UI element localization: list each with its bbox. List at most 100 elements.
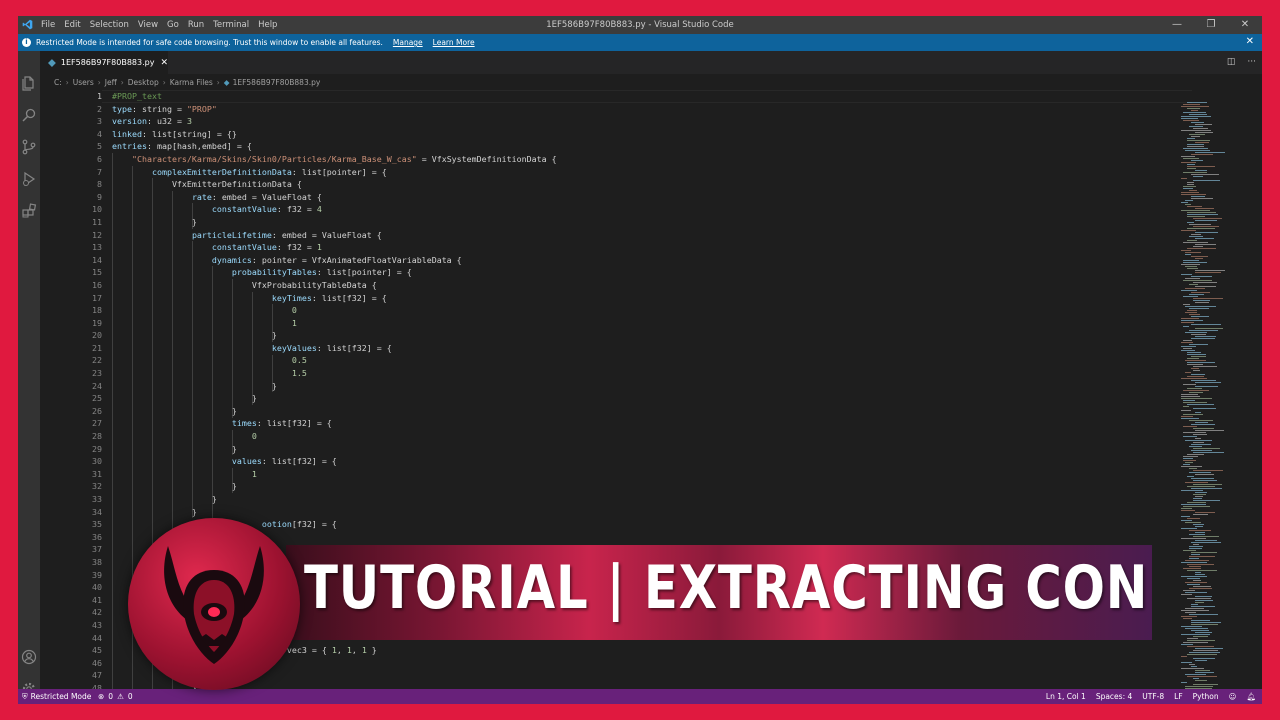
- tab-close-icon[interactable]: ✕: [160, 58, 168, 68]
- minimap-line: [1193, 684, 1218, 685]
- code-line: }: [112, 380, 277, 391]
- minimap-line: [1195, 286, 1216, 287]
- minimap-line: [1193, 524, 1204, 525]
- minimap-line: [1183, 464, 1190, 465]
- minimap-line: [1181, 250, 1191, 251]
- encoding[interactable]: UTF-8: [1142, 692, 1164, 701]
- end-of-line[interactable]: LF: [1174, 692, 1183, 701]
- minimap-line: [1183, 348, 1192, 349]
- indentation[interactable]: Spaces: 4: [1096, 692, 1132, 701]
- line-number: 34: [92, 506, 102, 517]
- source-control-icon[interactable]: [21, 139, 37, 155]
- search-icon[interactable]: [21, 107, 37, 123]
- minimap-line: [1189, 344, 1208, 345]
- explorer-icon[interactable]: [21, 75, 37, 91]
- minimap-line: [1189, 284, 1198, 285]
- breadcrumb-users[interactable]: Users: [73, 78, 94, 87]
- manage-link[interactable]: Manage: [393, 38, 423, 47]
- minimap-line: [1191, 488, 1222, 489]
- breadcrumb-file[interactable]: 1EF586B97F80B883.py: [233, 78, 321, 87]
- warning-count: 0: [127, 692, 133, 701]
- restore-button[interactable]: ❐: [1194, 16, 1228, 34]
- line-number: 28: [92, 431, 102, 442]
- minimap-line: [1181, 396, 1200, 397]
- minimap[interactable]: [1175, 90, 1262, 690]
- code-line: particleLifetime: embed = ValueFloat {: [191, 229, 382, 240]
- minimap-line: [1195, 272, 1221, 273]
- line-number: 10: [92, 204, 102, 215]
- minimap-line: [1191, 196, 1205, 197]
- code-line: probabilityTables: list[pointer] = {: [231, 267, 412, 278]
- breadcrumb-karma-files[interactable]: Karma Files: [170, 78, 213, 87]
- minimap-line: [1195, 430, 1224, 431]
- minimap-line: [1193, 370, 1200, 371]
- account-icon[interactable]: [21, 649, 37, 665]
- minimap-line: [1189, 468, 1197, 469]
- minimap-line: [1189, 224, 1211, 225]
- notifications-icon[interactable]: 🔔︎: [1246, 692, 1256, 701]
- minimap-line: [1189, 548, 1202, 549]
- minimap-line: [1195, 532, 1205, 533]
- minimap-line: [1185, 686, 1213, 687]
- line-number: 22: [92, 355, 102, 366]
- cursor-position[interactable]: Ln 1, Col 1: [1046, 692, 1086, 701]
- minimap-line: [1189, 114, 1207, 115]
- breadcrumb-desktop[interactable]: Desktop: [128, 78, 159, 87]
- run-debug-icon[interactable]: [21, 171, 37, 187]
- code-line: dynamics: pointer = VfxAnimatedFloatVari…: [211, 254, 462, 265]
- minimap-line: [1183, 568, 1201, 569]
- code-line: }: [112, 443, 237, 454]
- tab-label: 1EF586B97F80B883.py: [60, 58, 155, 67]
- extensions-icon[interactable]: [21, 203, 37, 219]
- breadcrumb-drive[interactable]: C:: [54, 78, 62, 87]
- minimap-line: [1183, 262, 1207, 263]
- editor-actions: ◫ ···: [1227, 57, 1256, 67]
- minimap-line: [1189, 472, 1211, 473]
- close-window-button[interactable]: ✕: [1228, 16, 1262, 34]
- minimap-line: [1183, 460, 1196, 461]
- breadcrumb-jeff[interactable]: Jeff: [105, 78, 117, 87]
- minimap-line: [1189, 614, 1218, 615]
- minimap-line: [1191, 554, 1200, 555]
- line-number: 8: [97, 179, 102, 190]
- minimap-line: [1183, 188, 1193, 189]
- code-line: VfxProbabilityTableData {: [112, 279, 377, 290]
- banner-close-icon[interactable]: ✕: [1246, 36, 1254, 47]
- minimap-line: [1195, 422, 1208, 423]
- minimap-line: [1189, 530, 1211, 531]
- minimap-line: [1187, 144, 1204, 145]
- minimap-line: [1193, 514, 1208, 515]
- minimap-line: [1187, 166, 1215, 167]
- tab-python-file[interactable]: 1EF586B97F80B883.py ✕: [40, 51, 168, 74]
- minimap-line: [1193, 218, 1222, 219]
- minimap-line: [1181, 490, 1203, 491]
- minimap-line: [1183, 158, 1199, 159]
- minimap-line: [1189, 534, 1205, 535]
- restricted-mode-indicator[interactable]: ⛨ Restricted Mode: [18, 689, 96, 704]
- code-line: }: [112, 216, 197, 227]
- minimap-line: [1187, 268, 1198, 269]
- minimap-line: [1181, 202, 1188, 203]
- minimap-line: [1183, 436, 1197, 437]
- language-mode[interactable]: Python: [1193, 692, 1219, 701]
- code-line: times: list[f32] = {: [231, 418, 332, 429]
- minimap-line: [1185, 674, 1206, 675]
- more-actions-icon[interactable]: ···: [1247, 57, 1256, 67]
- minimap-line: [1193, 470, 1223, 471]
- split-editor-icon[interactable]: ◫: [1227, 57, 1236, 67]
- minimap-line: [1193, 226, 1219, 227]
- minimap-line: [1191, 292, 1210, 293]
- feedback-icon[interactable]: ☺: [1229, 692, 1237, 701]
- line-number: 6: [97, 153, 102, 164]
- banner-message: Restricted Mode is intended for safe cod…: [36, 38, 383, 47]
- learn-more-link[interactable]: Learn More: [433, 38, 475, 47]
- line-number: 7: [97, 166, 102, 177]
- problems-indicator[interactable]: ⊗ 0 ⚠ 0: [98, 689, 133, 704]
- minimap-line: [1187, 584, 1200, 585]
- line-number: 27: [92, 418, 102, 429]
- line-number: 26: [92, 405, 102, 416]
- minimap-line: [1181, 508, 1192, 509]
- minimap-line: [1191, 174, 1219, 175]
- minimap-line: [1195, 512, 1215, 513]
- minimize-button[interactable]: —: [1160, 16, 1194, 34]
